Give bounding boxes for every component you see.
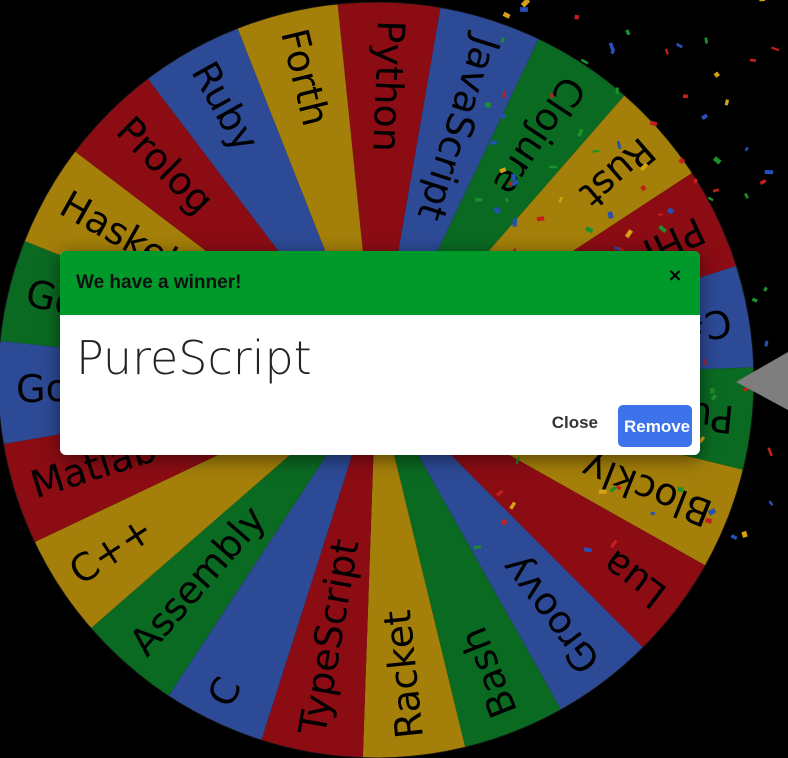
confetti-piece xyxy=(744,146,749,152)
confetti-piece xyxy=(682,94,689,99)
confetti-piece xyxy=(675,42,683,49)
confetti-piece xyxy=(712,156,722,165)
confetti-piece xyxy=(701,113,709,121)
confetti-piece xyxy=(520,0,531,8)
confetti-piece xyxy=(709,388,715,394)
close-button[interactable]: Close xyxy=(546,403,604,443)
confetti-piece xyxy=(615,87,619,95)
confetti-piece xyxy=(664,48,669,55)
close-icon[interactable]: × xyxy=(664,265,686,287)
confetti-piece xyxy=(713,71,720,78)
confetti-piece xyxy=(549,165,558,169)
confetti-piece xyxy=(744,192,749,199)
confetti-piece xyxy=(693,178,698,184)
dialog-header: We have a winner! × xyxy=(60,251,700,315)
wheel-segment-label: Python xyxy=(364,20,413,153)
winner-dialog: We have a winner! × PureScript Close Rem… xyxy=(60,251,700,455)
remove-button[interactable]: Remove xyxy=(618,405,692,447)
confetti-piece xyxy=(511,173,516,181)
confetti-piece xyxy=(767,447,773,457)
confetti-piece xyxy=(550,93,554,99)
dialog-title: We have a winner! xyxy=(76,272,242,293)
confetti-piece xyxy=(764,340,769,347)
confetti-piece xyxy=(704,37,709,44)
confetti-piece xyxy=(759,178,767,186)
confetti-piece xyxy=(749,58,757,62)
confetti-piece xyxy=(475,198,483,202)
confetti-piece xyxy=(485,102,491,108)
confetti-piece xyxy=(574,14,580,20)
confetti-piece xyxy=(502,91,506,98)
confetti-piece xyxy=(520,7,528,12)
confetti-piece xyxy=(730,534,738,540)
confetti-piece xyxy=(677,486,684,492)
confetti-piece xyxy=(763,286,768,292)
confetti-piece xyxy=(500,113,506,119)
winner-name: PureScript xyxy=(76,331,312,385)
confetti-piece xyxy=(770,46,780,52)
confetti-piece xyxy=(712,188,720,193)
confetti-piece xyxy=(608,42,616,52)
wheel-stage: PythonJavaScriptClojureRustPHPC#PureScri… xyxy=(0,0,788,758)
confetti-piece xyxy=(741,530,748,538)
confetti-piece xyxy=(764,170,774,175)
confetti-piece xyxy=(751,297,758,303)
confetti-piece xyxy=(724,99,730,106)
confetti-piece xyxy=(625,29,631,36)
confetti-piece xyxy=(759,0,765,2)
confetti-piece xyxy=(512,218,518,227)
confetti-piece xyxy=(768,500,774,506)
confetti-piece xyxy=(502,11,511,19)
confetti-piece xyxy=(598,489,607,494)
